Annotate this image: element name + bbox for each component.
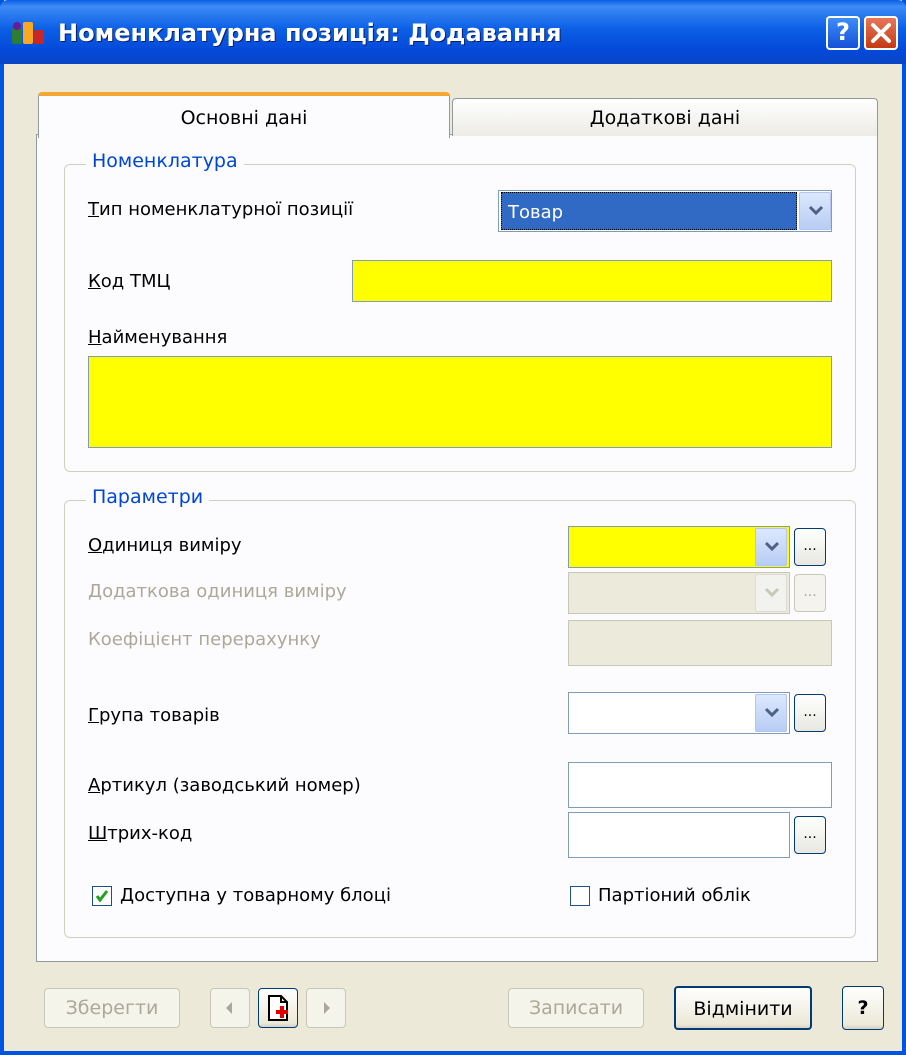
chevron-down-icon (764, 587, 780, 598)
prev-record-button[interactable] (210, 988, 250, 1028)
app-icon (10, 18, 46, 48)
article-label: Артикул (заводський номер) (88, 774, 361, 798)
unit-label: Одиниця виміру (88, 534, 242, 558)
extra-unit-select-arrow (755, 574, 787, 612)
group-select-value (573, 701, 743, 725)
group-select[interactable] (568, 692, 790, 734)
group-select-arrow[interactable] (755, 694, 787, 732)
close-icon (871, 23, 891, 43)
group-label-text: рупа товарів (98, 705, 220, 726)
coef-input (568, 620, 832, 666)
window-title: Номенклатурна позиція: Додавання (58, 19, 562, 47)
barcode-label: Штрих-код (88, 822, 192, 846)
name-label: Найменування (88, 326, 227, 350)
code-label-accesskey: К (88, 271, 101, 292)
available-label-text: оступна у товарному блоці (134, 885, 391, 906)
parameters-legend: Параметри (86, 484, 210, 510)
help-button[interactable]: ? (842, 986, 884, 1030)
article-input[interactable] (568, 762, 832, 808)
code-label: Код ТМЦ (88, 270, 170, 294)
tab-main-data[interactable]: Основні дані (38, 92, 450, 138)
article-label-accesskey: А (88, 775, 101, 796)
chevron-down-icon (764, 707, 780, 718)
extra-unit-select (568, 572, 790, 614)
name-label-accesskey: Н (88, 327, 102, 348)
unit-select-arrow[interactable] (755, 528, 787, 566)
barcode-label-accesskey: Ш (88, 823, 108, 844)
available-label-accesskey: Д (120, 885, 135, 906)
unit-label-accesskey: О (88, 535, 103, 556)
check-icon (95, 890, 109, 903)
record-button[interactable]: Записати (508, 988, 644, 1028)
new-record-button[interactable] (258, 988, 298, 1028)
type-label-accesskey: Т (88, 199, 99, 220)
title-help-button[interactable]: ? (826, 16, 860, 50)
chevron-down-icon (808, 205, 824, 216)
barcode-input[interactable] (568, 812, 790, 858)
cancel-button[interactable]: Відмінити (674, 986, 812, 1030)
type-select-value: Товар (501, 192, 797, 230)
type-select[interactable]: Товар (498, 190, 832, 232)
close-button[interactable] (864, 16, 898, 50)
unit-label-text: диниця виміру (102, 535, 242, 556)
batch-checkbox[interactable] (570, 886, 590, 906)
barcode-label-text: трих-код (107, 823, 193, 844)
unit-select[interactable] (568, 526, 790, 568)
type-label: Тип номенклатурної позиції (88, 198, 353, 222)
group-label-accesskey: Г (88, 705, 99, 726)
article-label-text: ртикул (заводський номер) (100, 775, 361, 796)
unit-select-value (573, 535, 743, 559)
triangle-left-icon (226, 1002, 232, 1014)
available-label[interactable]: Доступна у товарному блоці (120, 884, 391, 908)
next-record-button[interactable] (306, 988, 346, 1028)
type-label-text: ип номенклатурної позиції (99, 199, 354, 220)
code-label-text: од ТМЦ (100, 271, 171, 292)
coef-label: Коефіцієнт перерахунку (88, 629, 321, 650)
group-browse-button[interactable]: ... (794, 694, 826, 732)
unit-browse-button[interactable]: ... (794, 528, 826, 566)
barcode-browse-button[interactable]: ... (794, 816, 826, 854)
nomenclature-legend: Номенклатура (86, 148, 244, 174)
name-textarea[interactable] (88, 356, 832, 448)
type-select-arrow[interactable] (799, 192, 831, 230)
save-button[interactable]: Зберегти (44, 988, 180, 1028)
name-label-text: айменування (101, 327, 228, 348)
chevron-down-icon (764, 541, 780, 552)
available-checkbox[interactable] (92, 886, 112, 906)
tab-additional-data[interactable]: Додаткові дані (452, 98, 878, 136)
batch-label[interactable]: Партіоний облік (598, 884, 751, 908)
group-label: Група товарів (88, 704, 220, 728)
new-document-icon (268, 995, 288, 1021)
extra-unit-label: Додаткова одиниця виміру (88, 581, 347, 602)
extra-unit-browse-button: ... (794, 574, 826, 612)
code-input[interactable] (352, 260, 832, 302)
triangle-right-icon (324, 1002, 330, 1014)
